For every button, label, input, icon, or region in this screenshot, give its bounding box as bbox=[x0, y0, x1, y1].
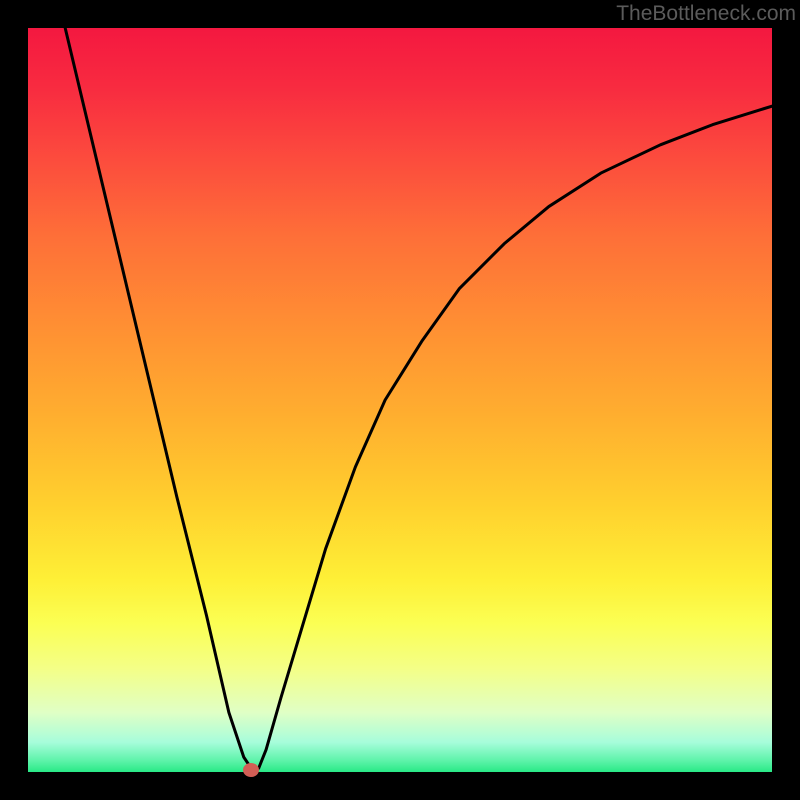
chart-plot-area bbox=[28, 28, 772, 772]
watermark-text: TheBottleneck.com bbox=[616, 2, 796, 26]
minimum-marker-dot bbox=[243, 763, 259, 777]
gradient-background bbox=[28, 28, 772, 772]
